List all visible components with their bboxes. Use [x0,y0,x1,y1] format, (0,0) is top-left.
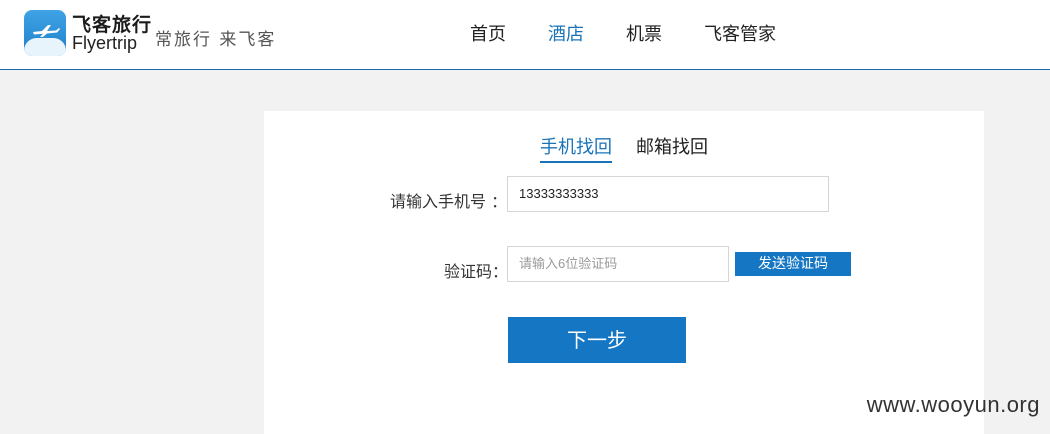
password-recovery-card: 手机找回 邮箱找回 请输入手机号 ： 13333333333 验证码： 请输入6… [264,111,984,434]
tab-email-recovery[interactable]: 邮箱找回 [636,133,708,161]
code-label: 验证码： [444,262,509,281]
site-header: 飞客旅行 Flyertrip 常旅行 来飞客 首页 酒店 机票 飞客管家 [0,0,1050,70]
logo-english-name[interactable]: Flyertrip [72,33,137,54]
verification-code-input[interactable]: 请输入6位验证码 [507,246,729,282]
phone-input[interactable]: 13333333333 [507,176,829,212]
nav-item-home[interactable]: 首页 [470,20,506,46]
slogan: 常旅行 来飞客 [155,30,277,50]
nav-item-flights[interactable]: 机票 [626,20,662,46]
nav-item-hotel[interactable]: 酒店 [548,20,584,46]
tab-phone-recovery[interactable]: 手机找回 [540,133,612,163]
nav-item-butler[interactable]: 飞客管家 [704,20,776,46]
watermark: www.wooyun.org [866,392,1040,417]
airplane-logo-icon[interactable] [24,10,66,56]
send-code-button[interactable]: 发送验证码 [735,252,851,276]
cloud-shape [24,38,66,56]
phone-label: 请输入手机号 ： [390,192,508,211]
next-step-button[interactable]: 下一步 [508,317,686,363]
airplane-icon [33,25,60,37]
